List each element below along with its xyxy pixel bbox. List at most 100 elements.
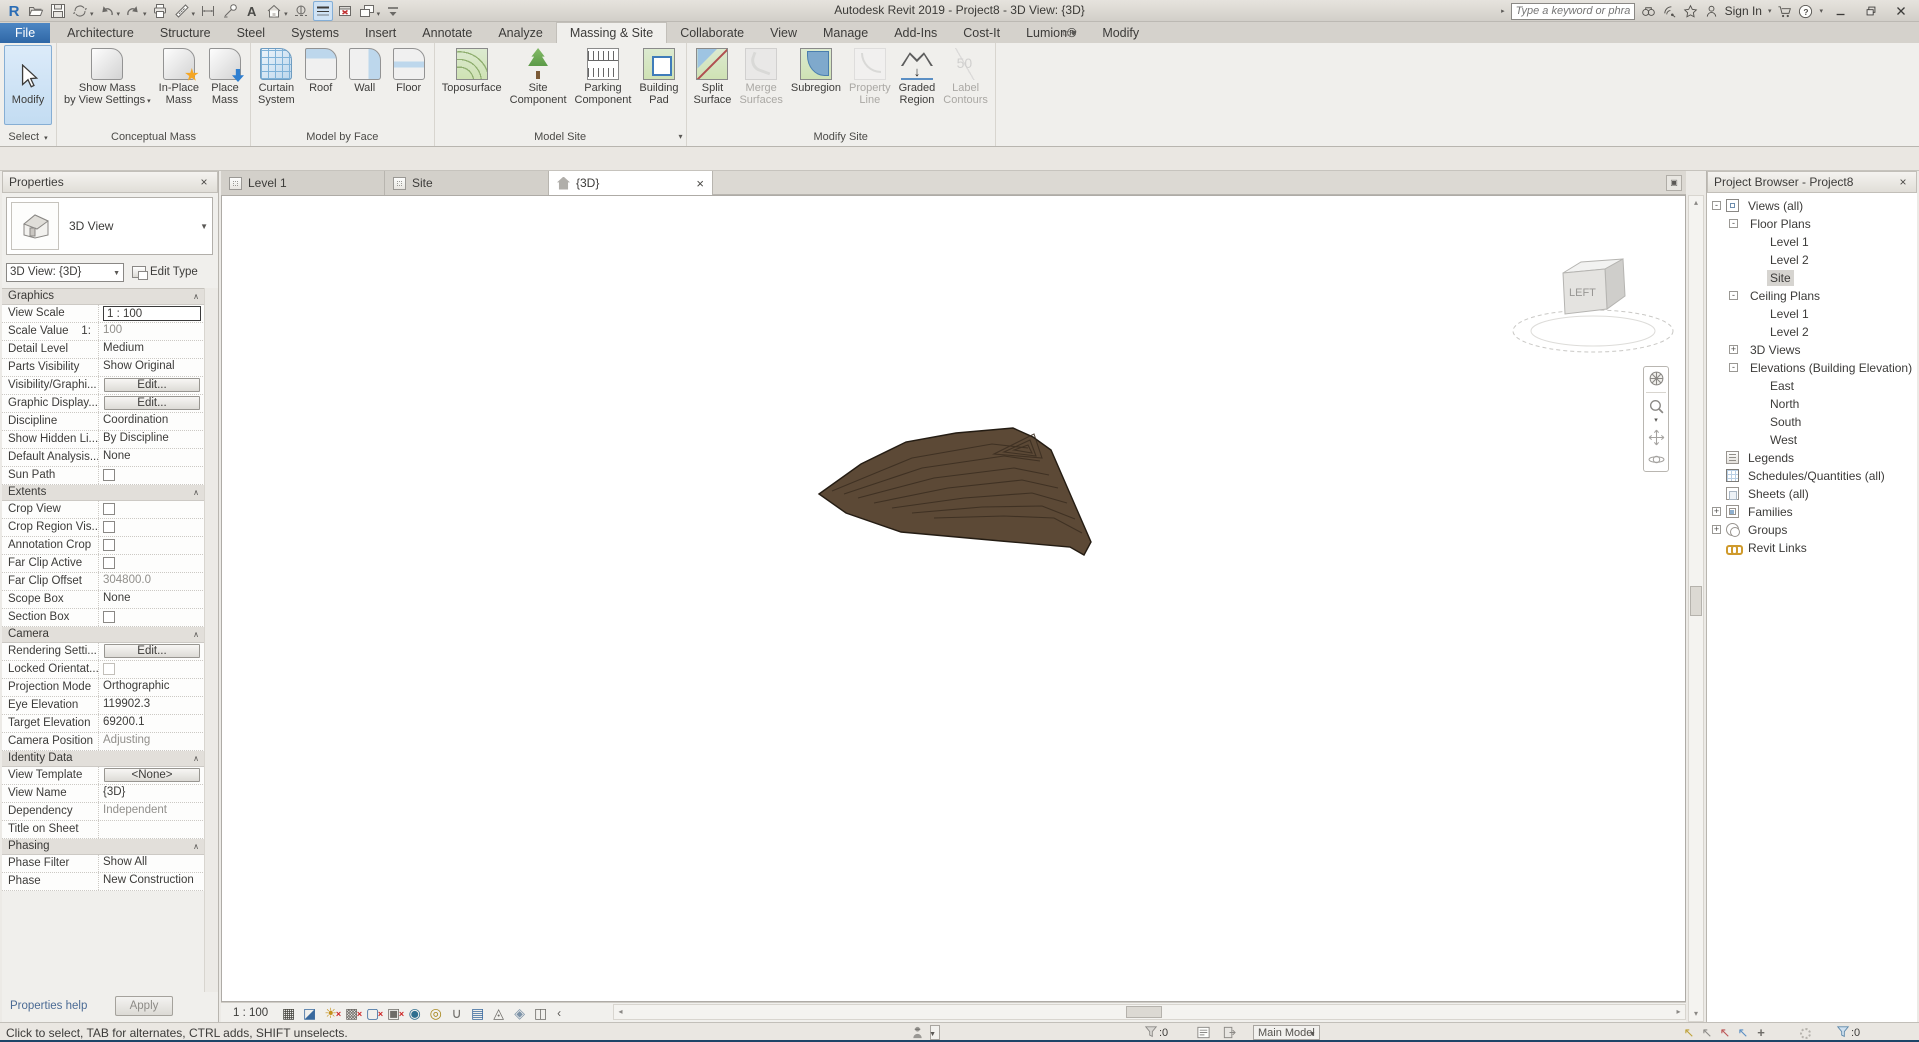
property-checkbox[interactable]	[103, 557, 115, 569]
property-value[interactable]: By Discipline	[98, 431, 205, 448]
ribbon-button[interactable]: Roof ▾	[299, 45, 343, 95]
tree-item[interactable]: Revit Links	[1707, 539, 1917, 557]
ribbon-button[interactable]: Site Component▾	[506, 45, 571, 107]
favorites-icon[interactable]	[1683, 4, 1698, 19]
property-value[interactable]: Edit...	[98, 643, 205, 660]
sun-path-icon[interactable]: ☀×	[320, 1004, 341, 1022]
toposurface[interactable]	[819, 428, 1091, 555]
active-only-icon[interactable]	[1222, 1025, 1237, 1042]
tree-item[interactable]: + Groups	[1707, 521, 1917, 539]
help-dropdown-icon[interactable]: ▾	[1819, 7, 1823, 15]
property-value[interactable]	[98, 519, 205, 536]
ribbon-tab[interactable]: Collaborate	[667, 23, 757, 43]
tree-item[interactable]: Legends	[1707, 449, 1917, 467]
ribbon-button[interactable]: Graded Region▾	[895, 45, 940, 107]
property-value[interactable]: None	[98, 591, 205, 608]
close-button[interactable]	[1889, 2, 1913, 20]
tree-expander-icon[interactable]: +	[1712, 507, 1721, 516]
property-checkbox[interactable]	[103, 469, 115, 481]
unlocked-view-icon[interactable]: ∪×	[446, 1004, 467, 1022]
property-value[interactable]: Adjusting	[98, 733, 205, 750]
project-browser-header[interactable]: Project Browser - Project8 ×	[1707, 171, 1917, 193]
ribbon-tab[interactable]: View	[757, 23, 810, 43]
tree-item[interactable]: South	[1707, 413, 1917, 431]
tree-item[interactable]: + 3D Views	[1707, 341, 1917, 359]
property-value[interactable]: {3D}	[98, 785, 205, 802]
orbit-icon[interactable]	[1648, 451, 1665, 468]
ribbon-button[interactable]: Merge Surfaces▾	[735, 45, 786, 107]
pan-icon[interactable]	[1648, 429, 1665, 446]
property-value[interactable]	[98, 821, 205, 838]
type-selector[interactable]: 3D View ▼	[6, 197, 213, 255]
search-input[interactable]	[1511, 3, 1635, 20]
tree-item[interactable]: Level 2	[1707, 323, 1917, 341]
editable-only-filter-icon[interactable]	[1144, 1025, 1158, 1042]
property-checkbox[interactable]	[103, 539, 115, 551]
vertical-scrollbar[interactable]: ▴ ▾	[1688, 195, 1704, 1022]
tree-expander-icon[interactable]: -	[1712, 201, 1721, 210]
minimize-button[interactable]	[1829, 2, 1853, 20]
ribbon-tab[interactable]: Cost-It	[950, 23, 1013, 43]
zoom-dropdown-icon[interactable]: ▾	[1654, 416, 1658, 424]
vertical-scroll-thumb[interactable]	[1690, 586, 1702, 616]
ribbon-button[interactable]: Label Contours▾	[939, 45, 992, 107]
property-checkbox[interactable]	[103, 503, 115, 515]
horizontal-scroll-thumb[interactable]	[1126, 1006, 1162, 1018]
properties-scroll-gutter[interactable]	[204, 288, 218, 992]
scroll-down-icon[interactable]: ▾	[1689, 1007, 1703, 1021]
visual-style-icon[interactable]: ◪×	[299, 1004, 320, 1022]
zoom-icon[interactable]	[1648, 398, 1665, 415]
tree-item[interactable]: Level 1	[1707, 233, 1917, 251]
design-option-select[interactable]: Main Model▼	[1253, 1025, 1320, 1040]
help-icon[interactable]: ?	[1798, 4, 1813, 19]
app-store-cart-icon[interactable]	[1777, 4, 1792, 19]
properties-close-icon[interactable]: ×	[197, 175, 211, 189]
active-workset-select[interactable]: ▼	[930, 1025, 940, 1040]
panel-launcher-icon[interactable]: ▾	[679, 132, 683, 141]
property-value[interactable]: Independent	[98, 803, 205, 820]
crop-region-icon[interactable]: ▣×	[383, 1004, 404, 1022]
tree-item[interactable]: - Views (all)	[1707, 197, 1917, 215]
ribbon-button[interactable]: Parking Component▾	[571, 45, 636, 107]
view-tab-close-icon[interactable]: ×	[696, 176, 704, 191]
ribbon-tab[interactable]: Massing & Site	[556, 22, 667, 43]
ribbon-button[interactable]: Wall ▾	[343, 45, 387, 95]
tree-item[interactable]: North	[1707, 395, 1917, 413]
ribbon-button[interactable]: Toposurface ▾	[438, 45, 506, 95]
ribbon-tab[interactable]: Systems	[278, 23, 352, 43]
scroll-left-icon[interactable]: ◂	[614, 1006, 627, 1018]
select-pinned-toggle-icon[interactable]: ↖	[1716, 1025, 1734, 1041]
select-by-face-toggle-icon[interactable]: ↖	[1734, 1025, 1752, 1041]
tree-item[interactable]: Schedules/Quantities (all)	[1707, 467, 1917, 485]
ribbon-tab[interactable]: Analyze	[485, 23, 555, 43]
viewbar-collapse-icon[interactable]: ‹	[551, 1006, 567, 1020]
select-panel-title[interactable]: Select ▾	[0, 128, 56, 146]
property-value[interactable]: 119902.3	[98, 697, 205, 714]
edit-type-button[interactable]: Edit Type	[132, 266, 198, 278]
worksharing-display-icon[interactable]: ◫×	[530, 1004, 551, 1022]
design-options-icon[interactable]	[1196, 1025, 1211, 1042]
ribbon-tab[interactable]: Add-Ins	[881, 23, 950, 43]
tree-item[interactable]: East	[1707, 377, 1917, 395]
property-value[interactable]: Show All	[98, 855, 205, 872]
property-checkbox[interactable]	[103, 663, 115, 675]
modify-button[interactable]: Modify	[4, 45, 52, 125]
ribbon-button[interactable]: Building Pad▾	[635, 45, 682, 107]
ribbon-tab[interactable]: Structure	[147, 23, 224, 43]
search-expand-icon[interactable]: ▸	[1501, 7, 1505, 15]
property-value[interactable]: Show Original	[98, 359, 205, 376]
ribbon-button[interactable]: Floor ▾	[387, 45, 431, 95]
tree-item[interactable]: - Elevations (Building Elevation)	[1707, 359, 1917, 377]
property-value[interactable]: 1 : 100	[98, 305, 205, 322]
property-value[interactable]: 304800.0	[98, 573, 205, 590]
ribbon-tab[interactable]: Modify	[1089, 23, 1152, 43]
view-tab[interactable]: Level 1	[221, 171, 385, 195]
sign-in-dropdown-icon[interactable]: ▾	[1768, 7, 1772, 15]
select-links-toggle-icon[interactable]: ↖	[1680, 1025, 1698, 1041]
ribbon-button[interactable]: In-Place Mass▾	[155, 45, 203, 107]
search-icon[interactable]	[1641, 4, 1656, 19]
reveal-hidden-icon[interactable]: ◎×	[425, 1004, 446, 1022]
analytical-model-icon[interactable]: ◬×	[488, 1004, 509, 1022]
ribbon-button[interactable]: Split Surface▾	[690, 45, 736, 107]
tree-expander-icon[interactable]: -	[1729, 363, 1738, 372]
